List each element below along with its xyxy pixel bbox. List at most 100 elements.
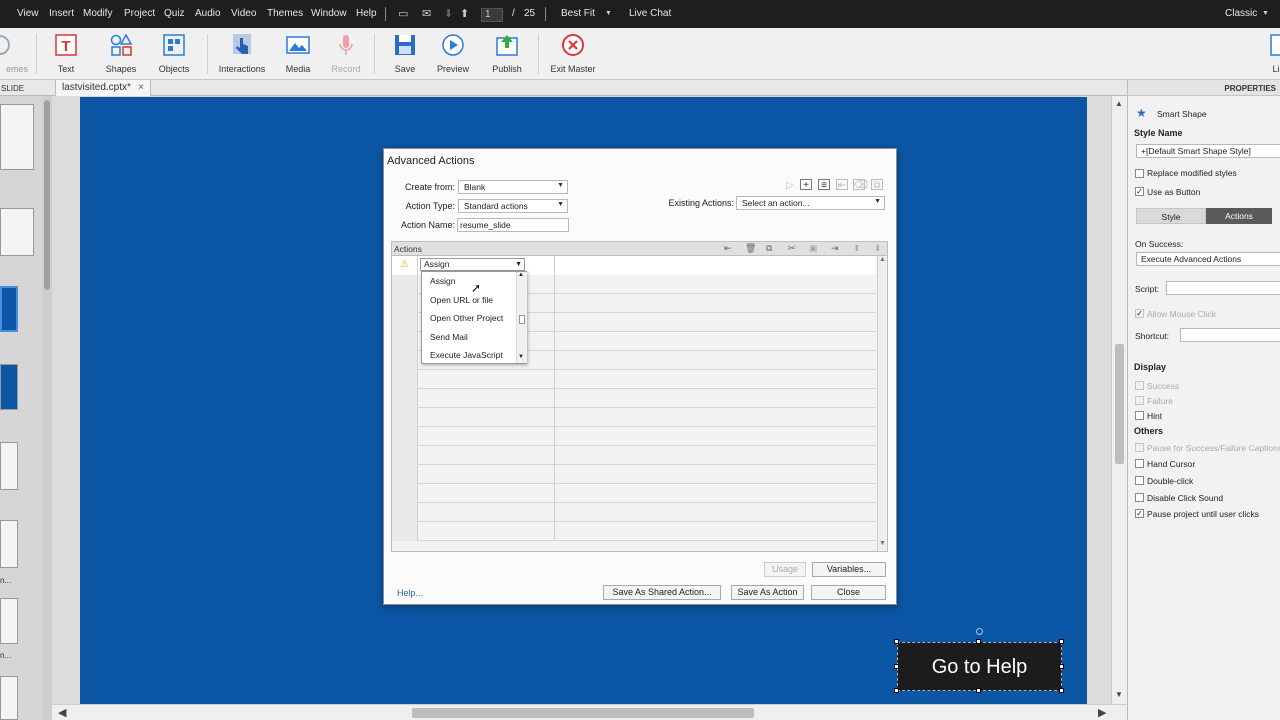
resize-handle[interactable] (894, 639, 899, 644)
scroll-right-icon[interactable]: ▶ (1098, 706, 1106, 719)
table-row[interactable] (392, 503, 876, 522)
resize-handle[interactable] (894, 688, 899, 693)
resize-handle[interactable] (1059, 664, 1064, 669)
arrow-up-icon[interactable]: ⬆ (460, 7, 469, 20)
table-row[interactable] (392, 389, 876, 408)
create-from-select[interactable]: Blank ▼ (458, 180, 568, 194)
dropdown-option-execute-javascript[interactable]: Execute JavaScript (430, 350, 503, 360)
preview-action-icon[interactable]: ▷ (784, 180, 796, 191)
tab-style[interactable]: Style (1136, 208, 1206, 224)
menu-quiz[interactable]: Quiz (164, 8, 185, 19)
page-number-input[interactable]: 1 (481, 8, 503, 22)
filmstrip-tab[interactable]: SLIDE (0, 80, 55, 96)
shortcut-input[interactable] (1180, 328, 1280, 342)
table-row[interactable] (392, 446, 876, 465)
table-row[interactable] (392, 484, 876, 503)
scroll-down-icon[interactable]: ▼ (518, 354, 524, 360)
stage-vertical-scrollbar[interactable]: ▲ ▼ (1111, 96, 1127, 704)
copy-icon[interactable]: ⧉ (766, 243, 772, 254)
insert-below-icon[interactable]: ⇥ (831, 243, 839, 254)
rotate-handle[interactable] (976, 628, 983, 635)
table-row[interactable] (392, 408, 876, 427)
slide-thumbnail[interactable] (0, 598, 18, 644)
zoom-select[interactable]: Best Fit (561, 8, 595, 19)
grid-scrollbar[interactable]: ▲ ▼ (877, 256, 887, 551)
resize-handle[interactable] (1059, 639, 1064, 644)
save-as-action-button[interactable]: Save As Action (731, 585, 804, 600)
double-click-checkbox[interactable] (1135, 476, 1144, 485)
slide-thumbnail[interactable] (0, 520, 18, 568)
menu-help[interactable]: Help (356, 8, 377, 19)
resize-handle[interactable] (894, 664, 899, 669)
cut-icon[interactable]: ✂ (788, 243, 796, 254)
shapes-button[interactable]: Shapes (91, 32, 151, 74)
slide-thumbnail-selected[interactable] (0, 286, 18, 332)
on-success-select[interactable]: Execute Advanced Actions (1136, 252, 1280, 266)
monitor-icon[interactable]: ▭ (398, 7, 408, 20)
close-button[interactable]: Close (811, 585, 886, 600)
add-action-icon[interactable]: + (800, 179, 812, 191)
slide-thumbnail[interactable] (0, 104, 34, 170)
close-tab-icon[interactable]: × (138, 82, 144, 93)
display-success-checkbox[interactable] (1135, 381, 1144, 390)
menu-themes[interactable]: Themes (267, 8, 303, 19)
delete-action-icon[interactable]: ⌫ (853, 179, 868, 191)
document-tab[interactable]: lastvisited.cptx* × (55, 80, 151, 96)
scroll-up-icon[interactable]: ▲ (1115, 99, 1123, 108)
display-hint-checkbox[interactable] (1135, 411, 1144, 420)
menu-window[interactable]: Window (311, 8, 347, 19)
variables-button[interactable]: Variables... (812, 562, 886, 577)
dropdown-option-send-mail[interactable]: Send Mail (430, 332, 468, 342)
disable-click-sound-checkbox[interactable] (1135, 493, 1144, 502)
resize-handle[interactable] (976, 639, 981, 644)
duplicate-action-icon[interactable]: ≡ (818, 179, 830, 191)
interactions-button[interactable]: Interactions (212, 32, 272, 74)
slide-thumbnail[interactable] (0, 676, 18, 720)
script-input[interactable] (1166, 281, 1280, 295)
dropdown-option-open-other-project[interactable]: Open Other Project (430, 313, 503, 323)
scroll-thumb[interactable] (519, 315, 525, 324)
usage-button[interactable]: Usage (764, 562, 806, 577)
action-select[interactable]: Assign ▼ (420, 258, 525, 271)
scroll-left-icon[interactable]: ◀ (58, 706, 66, 719)
slide-thumbnail[interactable] (0, 442, 18, 490)
replace-styles-checkbox[interactable] (1135, 169, 1144, 178)
move-up-icon[interactable]: ⬆ (853, 243, 861, 254)
menu-view[interactable]: View (17, 8, 39, 19)
action-name-input[interactable]: resume_slide (457, 218, 569, 232)
tab-actions[interactable]: Actions (1206, 208, 1272, 224)
scroll-up-icon[interactable]: ▲ (879, 256, 886, 263)
existing-actions-select[interactable]: Select an action... ▼ (736, 196, 885, 210)
scroll-up-icon[interactable]: ▲ (518, 272, 524, 278)
workspace-dropdown-icon[interactable]: ▼ (1262, 10, 1269, 17)
exit-master-button[interactable]: Exit Master (543, 32, 603, 74)
menu-video[interactable]: Video (231, 8, 256, 19)
pause-success-checkbox[interactable] (1135, 443, 1144, 452)
objects-button[interactable]: Objects (144, 32, 204, 74)
zoom-dropdown-icon[interactable]: ▼ (605, 10, 612, 17)
move-down-icon[interactable]: ⬇ (874, 243, 882, 254)
scroll-down-icon[interactable]: ▼ (1115, 690, 1123, 699)
filmstrip-scrollbar[interactable] (42, 96, 52, 720)
record-button[interactable]: Record (316, 32, 376, 74)
menu-insert[interactable]: Insert (49, 8, 74, 19)
trash-icon[interactable]: 🗑 (745, 243, 756, 254)
stage-horizontal-scrollbar[interactable]: ◀ ▶ (52, 704, 1127, 720)
use-as-button-checkbox[interactable]: ✓ (1135, 187, 1144, 196)
table-row[interactable] (392, 465, 876, 484)
table-row[interactable] (392, 370, 876, 389)
menu-modify[interactable]: Modify (83, 8, 112, 19)
workspace-select[interactable]: Classic (1225, 8, 1257, 19)
resize-handle[interactable] (1059, 688, 1064, 693)
import-action-icon[interactable]: ⇤ (836, 179, 848, 191)
slide-thumbnail[interactable] (0, 364, 18, 410)
text-button[interactable]: T Text (36, 32, 96, 74)
table-row[interactable] (392, 522, 876, 541)
hand-cursor-checkbox[interactable] (1135, 459, 1144, 468)
allow-mouse-click-checkbox[interactable]: ✓ (1135, 309, 1144, 318)
dropdown-option-assign[interactable]: Assign (430, 276, 456, 286)
menu-project[interactable]: Project (124, 8, 155, 19)
save-as-shared-action-button[interactable]: Save As Shared Action... (603, 585, 721, 600)
action-type-select[interactable]: Standard actions ▼ (458, 199, 568, 213)
publish-button[interactable]: Publish (477, 32, 537, 74)
